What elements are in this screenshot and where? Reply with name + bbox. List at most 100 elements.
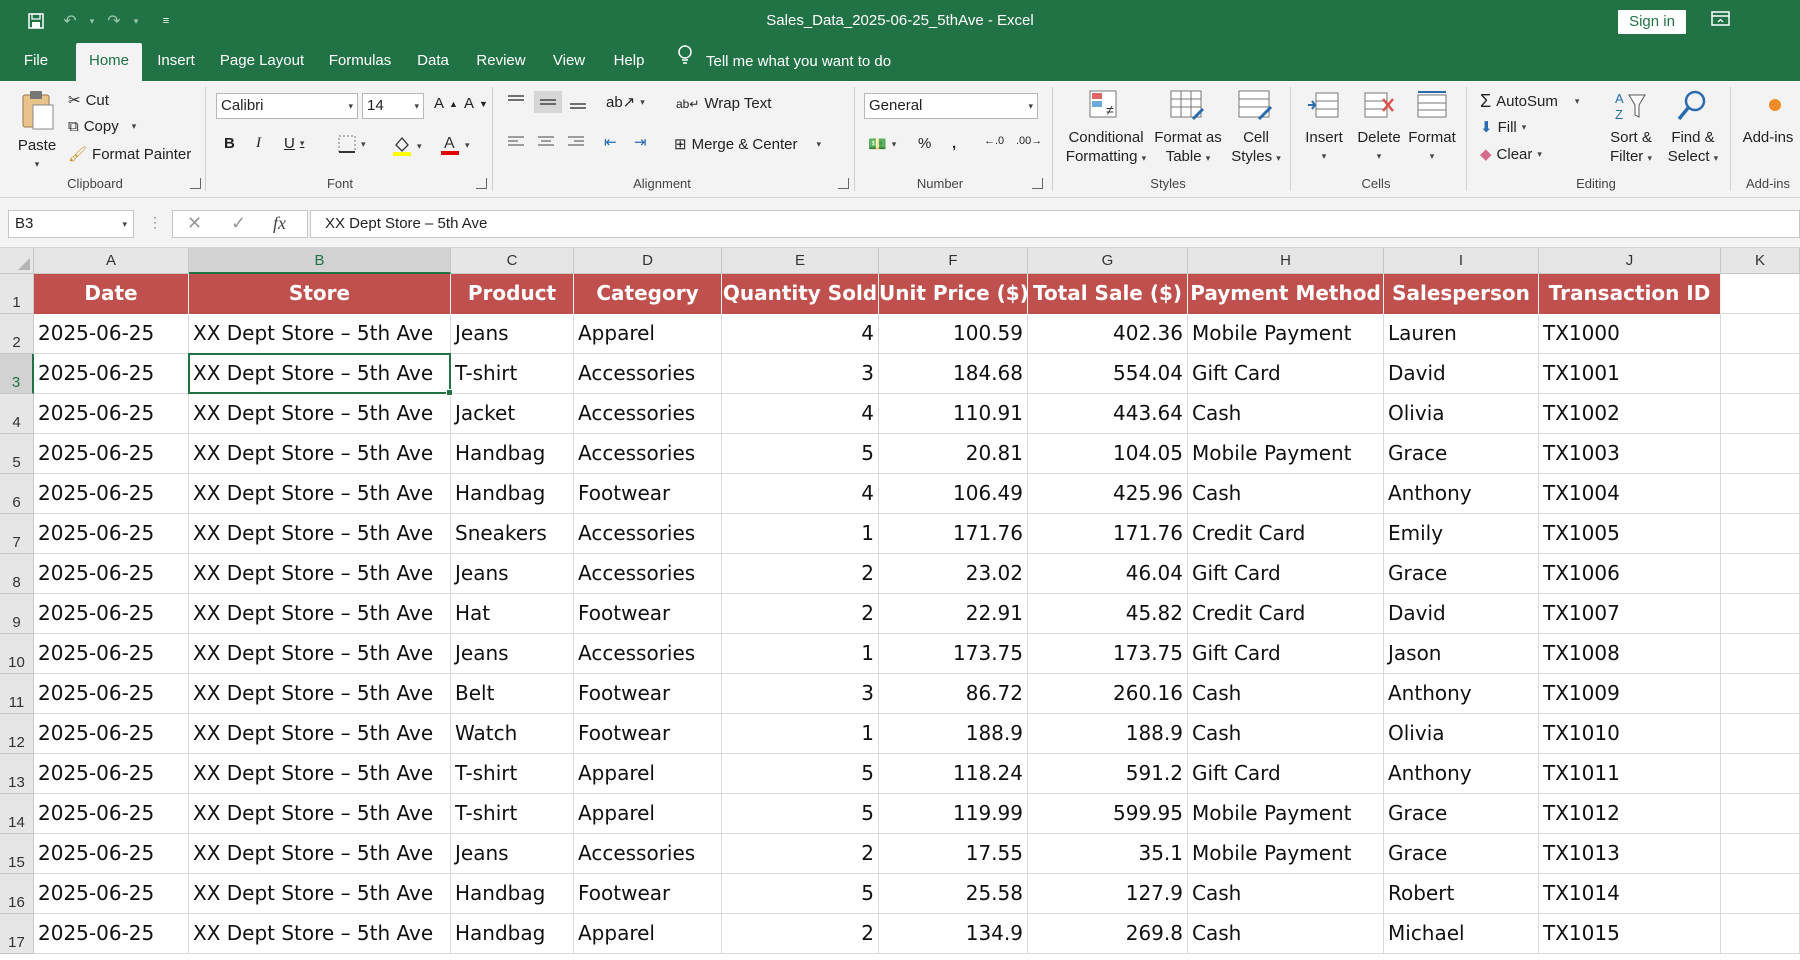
align-right-icon[interactable] bbox=[566, 133, 586, 151]
empty-cell[interactable] bbox=[1721, 674, 1800, 714]
table-cell[interactable]: TX1001 bbox=[1539, 354, 1721, 394]
table-cell[interactable]: 2025-06-25 bbox=[34, 794, 189, 834]
comma-style-icon[interactable]: , bbox=[952, 135, 956, 152]
table-cell[interactable]: 106.49 bbox=[879, 474, 1028, 514]
table-cell[interactable]: 402.36 bbox=[1028, 314, 1188, 354]
table-cell[interactable]: 4 bbox=[722, 474, 879, 514]
column-header-d[interactable]: D bbox=[574, 248, 722, 274]
table-cell[interactable]: 2025-06-25 bbox=[34, 554, 189, 594]
table-cell[interactable]: Accessories bbox=[574, 834, 722, 874]
row-header-17[interactable]: 17 bbox=[0, 914, 34, 954]
tell-me-search[interactable]: Tell me what you want to do bbox=[676, 43, 891, 81]
bold-button[interactable]: B bbox=[224, 135, 235, 152]
table-cell[interactable]: 2025-06-25 bbox=[34, 714, 189, 754]
table-cell[interactable]: TX1010 bbox=[1539, 714, 1721, 754]
table-cell[interactable]: Lauren bbox=[1384, 314, 1539, 354]
conditional-formatting-button[interactable]: ≠ Conditional Formatting ▾ bbox=[1060, 89, 1152, 168]
table-cell[interactable]: 4 bbox=[722, 314, 879, 354]
table-cell[interactable]: 3 bbox=[722, 354, 879, 394]
table-cell[interactable]: Belt bbox=[451, 674, 574, 714]
table-cell[interactable]: XX Dept Store – 5th Ave bbox=[189, 674, 451, 714]
table-cell[interactable]: XX Dept Store – 5th Ave bbox=[189, 754, 451, 794]
table-cell[interactable]: 17.55 bbox=[879, 834, 1028, 874]
number-format-combo[interactable]: General ▾ bbox=[864, 93, 1038, 119]
empty-cell[interactable] bbox=[1721, 634, 1800, 674]
table-cell[interactable]: Mobile Payment bbox=[1188, 434, 1384, 474]
table-cell[interactable]: 173.75 bbox=[1028, 634, 1188, 674]
column-header-f[interactable]: F bbox=[879, 248, 1028, 274]
table-cell[interactable]: 188.9 bbox=[1028, 714, 1188, 754]
empty-cell[interactable] bbox=[1721, 914, 1800, 954]
empty-cell[interactable] bbox=[1721, 274, 1800, 314]
empty-cell[interactable] bbox=[1721, 394, 1800, 434]
table-cell[interactable]: 2025-06-25 bbox=[34, 394, 189, 434]
table-cell[interactable]: Olivia bbox=[1384, 394, 1539, 434]
table-cell[interactable]: 2025-06-25 bbox=[34, 434, 189, 474]
row-header-5[interactable]: 5 bbox=[0, 434, 34, 474]
table-cell[interactable]: David bbox=[1384, 354, 1539, 394]
table-cell[interactable]: 2025-06-25 bbox=[34, 674, 189, 714]
table-cell[interactable]: David bbox=[1384, 594, 1539, 634]
table-cell[interactable]: Olivia bbox=[1384, 714, 1539, 754]
row-header-4[interactable]: 4 bbox=[0, 394, 34, 434]
copy-button[interactable]: ⧉ Copy ▾ bbox=[68, 118, 136, 135]
table-cell[interactable]: Accessories bbox=[574, 634, 722, 674]
table-cell[interactable]: 2025-06-25 bbox=[34, 354, 189, 394]
row-header-11[interactable]: 11 bbox=[0, 674, 34, 714]
table-cell[interactable]: TX1013 bbox=[1539, 834, 1721, 874]
table-cell[interactable]: Accessories bbox=[574, 554, 722, 594]
table-cell[interactable]: 2025-06-25 bbox=[34, 874, 189, 914]
table-cell[interactable]: 20.81 bbox=[879, 434, 1028, 474]
align-left-icon[interactable] bbox=[506, 133, 526, 151]
header-cell[interactable]: Payment Method bbox=[1188, 274, 1384, 314]
table-cell[interactable]: 5 bbox=[722, 434, 879, 474]
table-cell[interactable]: Hat bbox=[451, 594, 574, 634]
table-cell[interactable]: XX Dept Store – 5th Ave bbox=[189, 394, 451, 434]
table-cell[interactable]: 118.24 bbox=[879, 754, 1028, 794]
table-cell[interactable]: Mobile Payment bbox=[1188, 834, 1384, 874]
column-header-a[interactable]: A bbox=[34, 248, 189, 274]
add-ins-button[interactable]: Add-ins bbox=[1736, 89, 1800, 147]
font-color-button[interactable]: A ▾ bbox=[440, 133, 470, 157]
table-cell[interactable]: 23.02 bbox=[879, 554, 1028, 594]
table-cell[interactable]: Handbag bbox=[451, 874, 574, 914]
table-cell[interactable]: 188.9 bbox=[879, 714, 1028, 754]
enter-icon[interactable]: ✓ bbox=[231, 213, 246, 234]
tab-home[interactable]: Home bbox=[76, 43, 142, 81]
tab-insert[interactable]: Insert bbox=[148, 43, 204, 81]
wrap-text-button[interactable]: ab↵ Wrap Text bbox=[676, 95, 771, 112]
table-cell[interactable]: XX Dept Store – 5th Ave bbox=[189, 354, 451, 394]
table-cell[interactable]: 119.99 bbox=[879, 794, 1028, 834]
table-cell[interactable]: Gift Card bbox=[1188, 554, 1384, 594]
table-cell[interactable]: XX Dept Store – 5th Ave bbox=[189, 874, 451, 914]
table-cell[interactable]: 4 bbox=[722, 394, 879, 434]
table-cell[interactable]: 2 bbox=[722, 554, 879, 594]
select-all-button[interactable] bbox=[0, 248, 34, 274]
table-cell[interactable]: Gift Card bbox=[1188, 754, 1384, 794]
row-header-8[interactable]: 8 bbox=[0, 554, 34, 594]
increase-font-size-icon[interactable]: A ▲ bbox=[434, 95, 458, 112]
tab-formulas[interactable]: Formulas bbox=[320, 43, 400, 81]
insert-cells-button[interactable]: Insert ▾ bbox=[1298, 89, 1350, 166]
table-cell[interactable]: Sneakers bbox=[451, 514, 574, 554]
ribbon-display-options-icon[interactable] bbox=[1710, 9, 1734, 31]
table-cell[interactable]: 5 bbox=[722, 794, 879, 834]
borders-button[interactable]: ▾ bbox=[338, 135, 366, 153]
table-cell[interactable]: T-shirt bbox=[451, 794, 574, 834]
table-cell[interactable]: 5 bbox=[722, 754, 879, 794]
column-header-k[interactable]: K bbox=[1721, 248, 1800, 274]
table-cell[interactable]: Grace bbox=[1384, 794, 1539, 834]
font-size-combo[interactable]: 14 ▾ bbox=[362, 93, 424, 119]
tab-data[interactable]: Data bbox=[408, 43, 458, 81]
align-center-icon[interactable] bbox=[536, 133, 556, 151]
table-cell[interactable]: Emily bbox=[1384, 514, 1539, 554]
header-cell[interactable]: Total Sale ($) bbox=[1028, 274, 1188, 314]
table-cell[interactable]: Cash bbox=[1188, 674, 1384, 714]
table-cell[interactable]: TX1006 bbox=[1539, 554, 1721, 594]
table-cell[interactable]: TX1012 bbox=[1539, 794, 1721, 834]
table-cell[interactable]: Footwear bbox=[574, 594, 722, 634]
row-header-6[interactable]: 6 bbox=[0, 474, 34, 514]
table-cell[interactable]: 171.76 bbox=[879, 514, 1028, 554]
table-cell[interactable]: 104.05 bbox=[1028, 434, 1188, 474]
table-cell[interactable]: 425.96 bbox=[1028, 474, 1188, 514]
